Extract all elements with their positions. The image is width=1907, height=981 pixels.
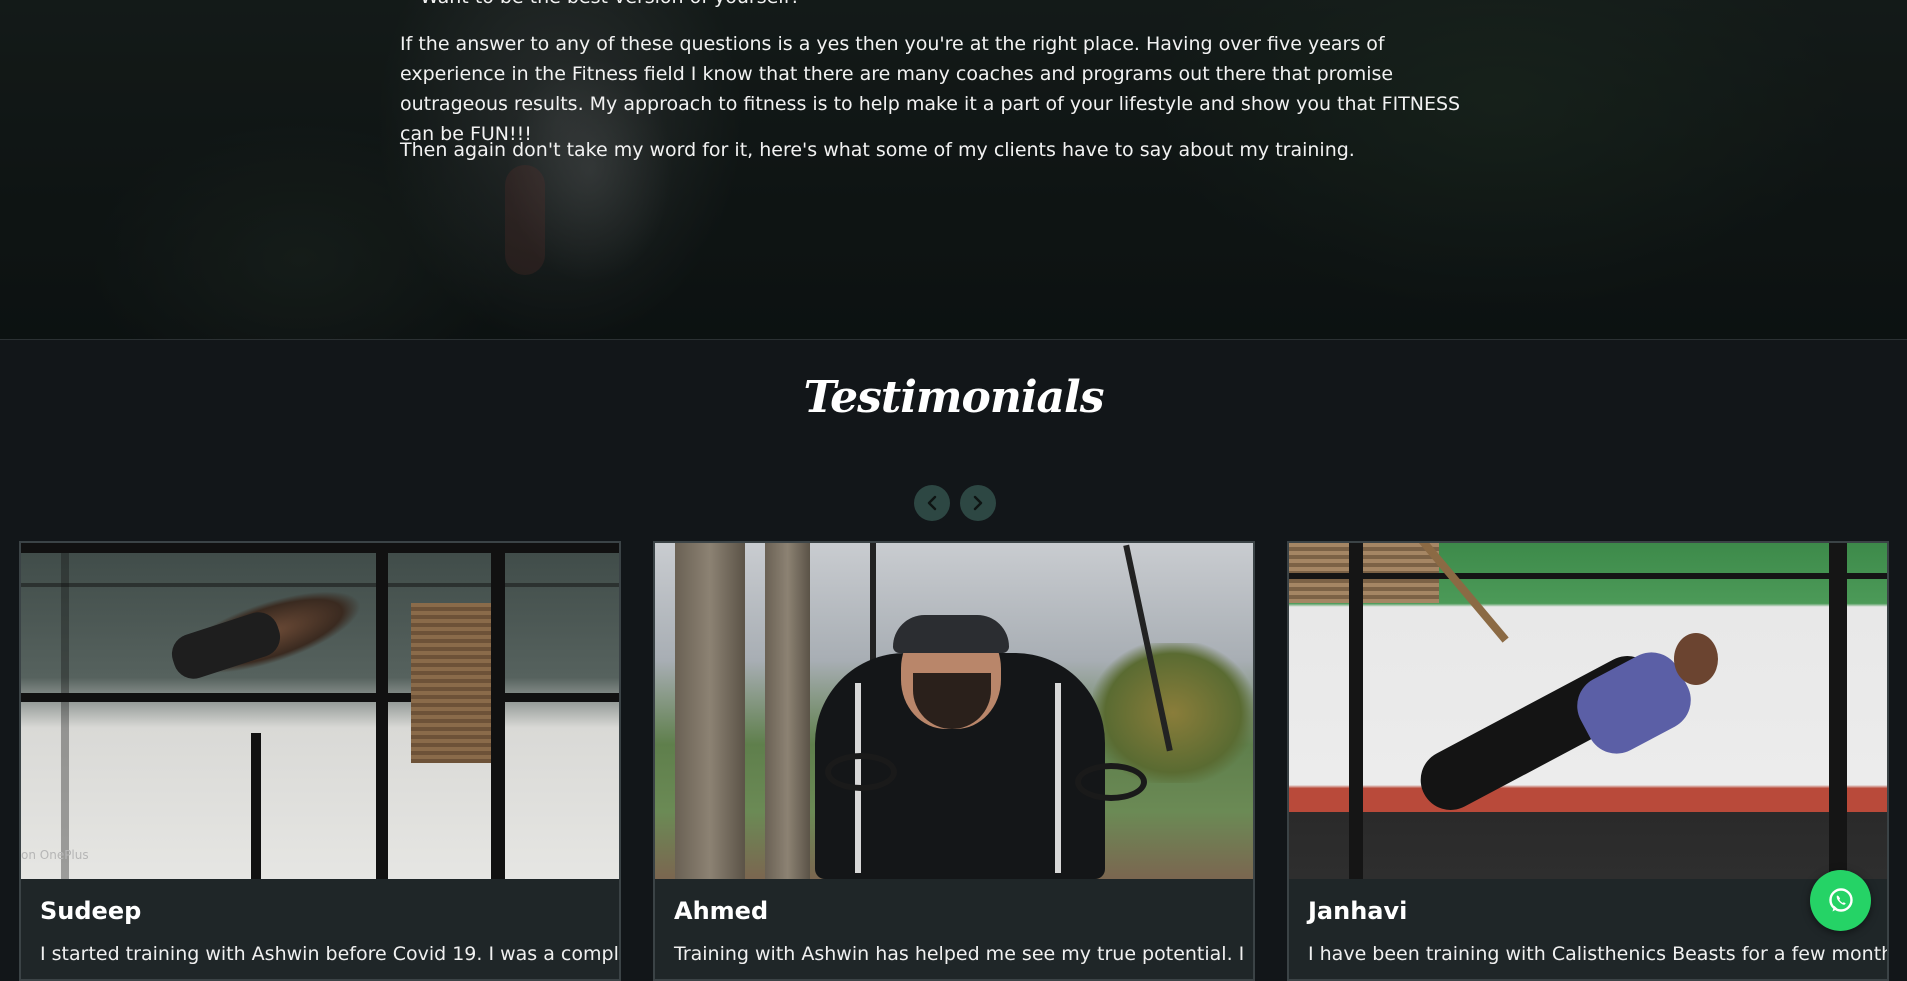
chevron-left-icon [927, 495, 937, 511]
chevron-right-icon [973, 495, 983, 511]
carousel-next-button[interactable] [960, 485, 996, 521]
whatsapp-icon [1828, 887, 1853, 912]
testimonial-card-janhavi[interactable]: Janhavi I have been training with Calist… [1287, 541, 1889, 981]
testimonial-quote: I have been training with Calisthenics B… [1308, 943, 1889, 965]
photo-watermark: on OnePlus [21, 848, 89, 862]
testimonial-card-sudeep[interactable]: on OnePlus Sudeep I started training wit… [19, 541, 621, 981]
intro-bullet: Want to be the best version of yourself? [404, 0, 800, 12]
testimonial-photo [1289, 543, 1887, 879]
whatsapp-button[interactable] [1810, 870, 1871, 931]
intro-paragraph-1: If the answer to any of these questions … [400, 33, 1461, 145]
testimonial-quote: I started training with Ashwin before Co… [40, 943, 621, 965]
carousel-nav [914, 485, 996, 521]
carousel-prev-button[interactable] [914, 485, 950, 521]
testimonial-photo: on OnePlus [21, 543, 619, 879]
testimonial-quote: Training with Ashwin has helped me see m… [674, 943, 1245, 965]
testimonial-name: Janhavi [1308, 897, 1408, 925]
intro-section: Want to be the best version of yourself?… [0, 0, 1907, 340]
testimonial-card-ahmed[interactable]: Ahmed Training with Ashwin has helped me… [653, 541, 1255, 981]
testimonial-name: Ahmed [674, 897, 769, 925]
intro-paragraph-2: Then again don't take my word for it, he… [400, 139, 1355, 161]
testimonials-title: Testimonials [803, 372, 1104, 423]
testimonial-name: Sudeep [40, 897, 142, 925]
testimonial-photo [655, 543, 1253, 879]
